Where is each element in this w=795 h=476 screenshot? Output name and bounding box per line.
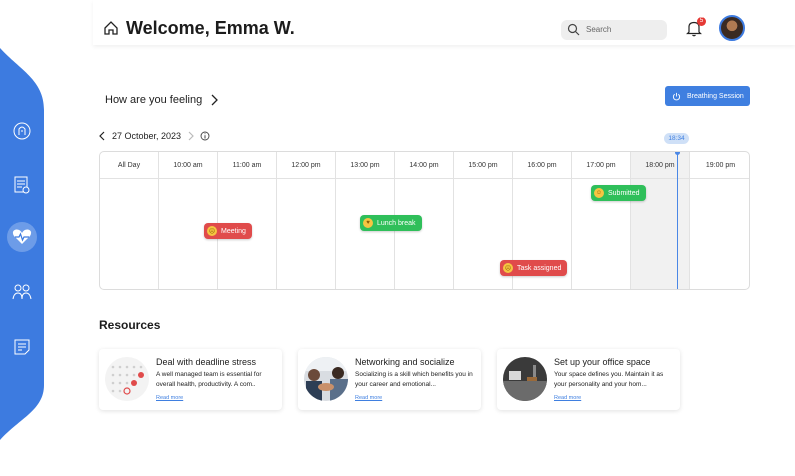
read-more-link[interactable]: Read more	[554, 395, 581, 401]
brain-icon	[13, 122, 31, 140]
people-icon	[12, 284, 32, 300]
current-time-line	[677, 152, 678, 289]
event-label: Meeting	[221, 227, 246, 235]
current-date: 27 October, 2023	[112, 131, 182, 141]
resource-card[interactable]: Networking and socialize Socializing is …	[298, 349, 481, 410]
card-title: Deal with deadline stress	[156, 357, 257, 367]
page-title: Welcome, Emma W.	[126, 18, 295, 38]
heart-pulse-icon	[12, 229, 32, 244]
column-header: 19:00 pm	[690, 152, 749, 179]
certificate-icon	[14, 176, 30, 194]
sad-face-icon: ☹	[207, 226, 217, 236]
sidebar-item-health[interactable]	[7, 222, 37, 252]
breathing-session-button[interactable]: Breathing Session	[665, 86, 750, 106]
calendar-column: 10:00 am	[159, 152, 218, 289]
event-label: Task assigned	[517, 264, 562, 272]
column-header: 12:00 pm	[277, 152, 335, 179]
chevron-right-icon[interactable]	[209, 94, 219, 106]
notes-icon	[14, 339, 30, 355]
power-icon	[672, 92, 681, 100]
column-header: 15:00 pm	[454, 152, 512, 179]
date-navigator: 27 October, 2023	[99, 131, 210, 141]
event-meeting[interactable]: ☹ Meeting	[204, 223, 252, 239]
sidebar-item-certificates[interactable]	[7, 170, 37, 200]
search-placeholder: Search	[586, 25, 612, 34]
calendar-column: 12:00 pm	[277, 152, 336, 289]
search-icon	[567, 23, 580, 36]
avatar[interactable]	[719, 15, 745, 41]
card-description: A well managed team is essential for ove…	[156, 371, 262, 388]
chevron-right-icon[interactable]	[187, 131, 194, 141]
sidebar-item-mind[interactable]	[7, 116, 37, 146]
sad-face-icon: ☹	[503, 263, 513, 273]
card-title: Set up your office space	[554, 357, 651, 367]
event-task-assigned[interactable]: ☹ Task assigned	[500, 260, 568, 276]
column-header: 10:00 am	[159, 152, 217, 179]
handshake-photo	[304, 357, 348, 401]
chevron-left-icon[interactable]	[99, 131, 106, 141]
calendar-column: 11:00 am	[218, 152, 277, 289]
search-input[interactable]: Search	[561, 20, 667, 40]
top-header: Welcome, Emma W. Search 5	[93, 0, 795, 45]
desk-photo	[503, 357, 547, 401]
column-header: 16:00 pm	[513, 152, 571, 179]
notification-badge: 5	[697, 17, 706, 26]
read-more-link[interactable]: Read more	[355, 395, 382, 401]
day-calendar: All Day 10:00 am 11:00 am 12:00 pm 13:00…	[99, 151, 750, 290]
column-header: 17:00 pm	[572, 152, 630, 179]
event-lunch-break[interactable]: ♥ Lunch break	[360, 215, 422, 231]
sidebar	[0, 0, 50, 476]
event-label: Submitted	[608, 189, 640, 197]
home-icon[interactable]	[103, 20, 119, 36]
read-more-link[interactable]: Read more	[156, 395, 183, 401]
sidebar-item-notes[interactable]	[7, 332, 37, 362]
card-description: Socializing is a skill which benefits yo…	[355, 371, 473, 388]
column-header: 13:00 pm	[336, 152, 394, 179]
resource-card[interactable]: Set up your office space Your space defi…	[497, 349, 680, 410]
column-header: All Day	[100, 152, 158, 179]
resources-heading: Resources	[99, 318, 161, 332]
column-header: 11:00 am	[218, 152, 276, 179]
heart-eyes-face-icon: ♥	[363, 218, 373, 228]
card-title: Networking and socialize	[355, 357, 455, 367]
column-header: 18:00 pm	[631, 152, 689, 179]
smiling-face-icon: ☺	[594, 188, 604, 198]
calendar-column: All Day	[100, 152, 159, 289]
column-header: 14:00 pm	[395, 152, 453, 179]
resource-card[interactable]: Deal with deadline stress A well managed…	[99, 349, 282, 410]
current-time-pill: 18:34	[664, 133, 689, 144]
feeling-prompt[interactable]: How are you feeling	[105, 94, 202, 106]
breathing-session-label: Breathing Session	[687, 92, 744, 100]
event-label: Lunch break	[377, 219, 416, 227]
calendar-photo	[105, 357, 149, 401]
calendar-column-current: 18:00 pm	[631, 152, 690, 289]
card-description: Your space defines you. Maintain it as y…	[554, 371, 664, 388]
info-icon[interactable]	[200, 131, 210, 141]
sidebar-item-community[interactable]	[7, 277, 37, 307]
calendar-column: 17:00 pm	[572, 152, 631, 289]
calendar-column: 19:00 pm	[690, 152, 749, 289]
event-submitted[interactable]: ☺ Submitted	[591, 185, 646, 201]
